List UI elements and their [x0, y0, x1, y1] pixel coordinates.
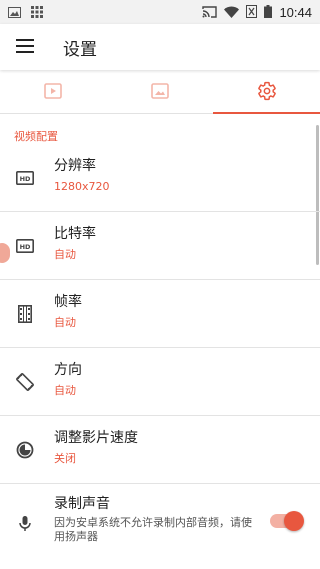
tab-bar — [0, 72, 320, 114]
setting-title: 帧率 — [54, 294, 82, 310]
film-icon — [15, 304, 35, 324]
image-icon — [151, 82, 169, 103]
grid-icon — [31, 3, 43, 22]
cast-icon — [202, 3, 218, 22]
status-bar: 10:44 — [0, 0, 320, 24]
setting-framerate[interactable]: 帧率 自动 — [0, 280, 320, 348]
setting-title: 录制声音 — [54, 496, 110, 512]
settings-list: HD 分辨率 1280x720 HD 比特率 自动 帧率 自动 方向 自动 调整… — [0, 144, 320, 564]
setting-value: 自动 — [54, 248, 76, 261]
image-icon — [8, 3, 21, 22]
setting-resolution[interactable]: HD 分辨率 1280x720 — [0, 144, 320, 212]
setting-video-speed[interactable]: 调整影片速度 关闭 — [0, 416, 320, 484]
toggle-thumb — [284, 511, 304, 531]
menu-icon — [16, 38, 34, 57]
app-bar: 设置 — [0, 24, 320, 70]
tab-videos[interactable] — [0, 72, 107, 113]
svg-text:HD: HD — [20, 175, 31, 183]
section-header: 视频配置 — [14, 130, 58, 143]
sim-icon — [246, 3, 258, 22]
rotate-icon — [15, 372, 35, 392]
tab-settings[interactable] — [213, 72, 320, 114]
setting-description: 因为安卓系统不允许录制内部音频，请使用扬声器 — [54, 516, 252, 543]
status-time: 10:44 — [279, 4, 312, 20]
battery-icon — [264, 3, 273, 22]
page-title: 设置 — [63, 39, 97, 60]
svg-text:HD: HD — [20, 243, 31, 251]
gear-icon — [257, 81, 277, 105]
setting-value: 1280x720 — [54, 180, 110, 193]
setting-bitrate[interactable]: HD 比特率 自动 — [0, 212, 320, 280]
setting-title: 分辨率 — [54, 158, 96, 174]
setting-orientation[interactable]: 方向 自动 — [0, 348, 320, 416]
wifi-icon — [224, 3, 240, 22]
hd-icon: HD — [15, 168, 35, 188]
setting-title: 比特率 — [54, 226, 96, 242]
setting-title: 调整影片速度 — [54, 430, 138, 446]
record-audio-toggle[interactable] — [270, 511, 304, 531]
mic-icon — [15, 514, 35, 534]
setting-value: 关闭 — [54, 452, 76, 465]
setting-value: 自动 — [54, 384, 76, 397]
setting-title: 方向 — [54, 362, 82, 378]
setting-record-audio[interactable]: 录制声音 因为安卓系统不允许录制内部音频，请使用扬声器 — [0, 484, 320, 564]
hd-icon: HD — [15, 236, 35, 256]
setting-value: 自动 — [54, 316, 76, 329]
speed-icon — [15, 440, 35, 460]
video-icon — [44, 82, 63, 103]
menu-button[interactable] — [13, 35, 37, 59]
tab-images[interactable] — [107, 72, 214, 113]
